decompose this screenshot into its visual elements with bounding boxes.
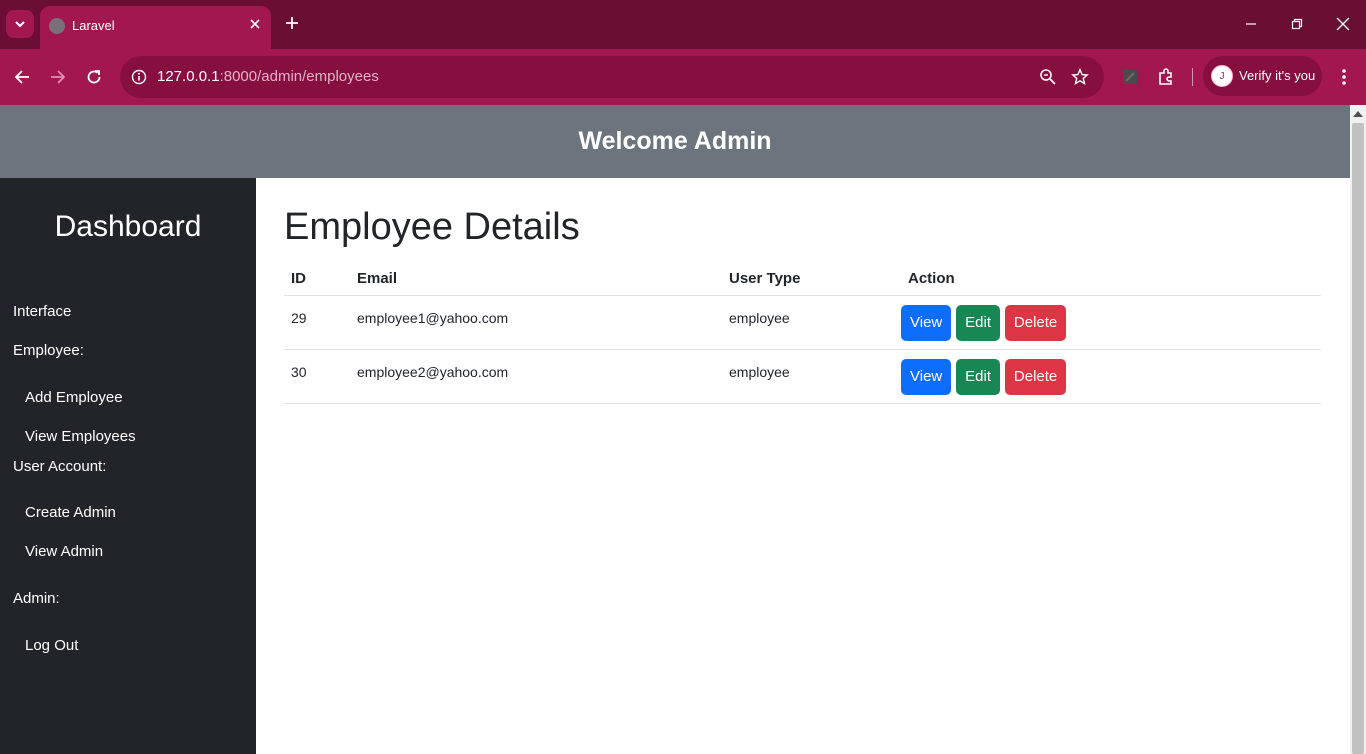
address-bar[interactable]: 127.0.0.1:8000/admin/employees bbox=[120, 56, 1104, 98]
info-icon[interactable] bbox=[130, 68, 148, 86]
browser-toolbar: 127.0.0.1:8000/admin/employees J Verify … bbox=[0, 49, 1366, 105]
cell-user-type: employee bbox=[722, 349, 901, 404]
kebab-menu-icon bbox=[1342, 69, 1346, 85]
view-button[interactable]: View bbox=[901, 358, 952, 395]
column-header-id: ID bbox=[284, 263, 350, 296]
reload-icon bbox=[87, 70, 101, 84]
url-path: :8000/admin/employees bbox=[219, 68, 379, 85]
delete-button[interactable]: Delete bbox=[1004, 358, 1067, 395]
sidebar-item-add-employee[interactable]: Add Employee bbox=[25, 389, 123, 407]
sidebar-item-create-admin[interactable]: Create Admin bbox=[25, 504, 116, 522]
avatar: J bbox=[1211, 65, 1233, 87]
extension-icon[interactable] bbox=[1118, 65, 1142, 89]
edit-button[interactable]: Edit bbox=[956, 358, 1000, 395]
zoom-icon[interactable] bbox=[1037, 66, 1059, 88]
browser-tabstrip: Laravel bbox=[0, 0, 1366, 49]
column-header-user-type: User Type bbox=[722, 263, 901, 296]
sidebar-heading-admin: Admin: bbox=[13, 590, 60, 607]
employee-table: ID Email User Type Action 29 employee1@y… bbox=[284, 263, 1321, 404]
toolbar-divider bbox=[1192, 68, 1193, 86]
table-header-row: ID Email User Type Action bbox=[284, 263, 1321, 296]
browser-menu-button[interactable] bbox=[1332, 65, 1356, 89]
table-row: 29 employee1@yahoo.com employee View Edi… bbox=[284, 295, 1321, 350]
tab-close-button[interactable] bbox=[245, 14, 265, 34]
cell-id: 29 bbox=[284, 295, 350, 350]
delete-button[interactable]: Delete bbox=[1004, 304, 1067, 341]
new-tab-button[interactable] bbox=[281, 12, 303, 34]
page-title: Employee Details bbox=[284, 206, 580, 248]
column-header-action: Action bbox=[901, 263, 1321, 296]
restore-icon bbox=[1291, 18, 1303, 30]
forward-arrow-icon bbox=[51, 70, 66, 84]
sidebar-heading-interface: Interface bbox=[13, 303, 72, 320]
page-header: Welcome Admin bbox=[0, 105, 1350, 178]
star-icon[interactable] bbox=[1069, 66, 1091, 88]
sidebar-item-logout[interactable]: Log Out bbox=[25, 637, 78, 655]
close-icon bbox=[250, 19, 260, 29]
sidebar-heading-employee: Employee: bbox=[13, 342, 84, 359]
cell-email: employee1@yahoo.com bbox=[350, 295, 722, 350]
back-arrow-icon bbox=[14, 70, 29, 84]
plus-icon bbox=[286, 17, 298, 29]
cell-email: employee2@yahoo.com bbox=[350, 349, 722, 404]
sidebar-brand[interactable]: Dashboard bbox=[0, 210, 256, 244]
minimize-button[interactable] bbox=[1237, 10, 1265, 38]
table-row: 30 employee2@yahoo.com employee View Edi… bbox=[284, 349, 1321, 404]
sidebar: Dashboard Interface Employee: Add Employ… bbox=[0, 178, 256, 754]
cell-actions: View Edit Delete bbox=[901, 349, 1321, 404]
restore-button[interactable] bbox=[1283, 10, 1311, 38]
page-scrollbar[interactable] bbox=[1350, 105, 1366, 754]
page-viewport: Welcome Admin Dashboard Interface Employ… bbox=[0, 105, 1350, 754]
globe-icon bbox=[49, 18, 65, 34]
page-header-title: Welcome Admin bbox=[578, 127, 772, 155]
close-window-button[interactable] bbox=[1329, 10, 1357, 38]
view-button[interactable]: View bbox=[901, 304, 952, 341]
forward-button[interactable] bbox=[46, 65, 70, 89]
reload-button[interactable] bbox=[82, 65, 106, 89]
chevron-down-icon bbox=[15, 21, 25, 28]
scrollbar-thumb[interactable] bbox=[1352, 123, 1364, 754]
back-button[interactable] bbox=[10, 65, 34, 89]
cell-id: 30 bbox=[284, 349, 350, 404]
profile-chip[interactable]: J Verify it's you bbox=[1203, 56, 1322, 96]
url-host: 127.0.0.1 bbox=[157, 68, 220, 85]
url-text[interactable]: 127.0.0.1:8000/admin/employees bbox=[157, 68, 379, 86]
cell-actions: View Edit Delete bbox=[901, 295, 1321, 350]
scroll-up-arrow-icon[interactable] bbox=[1353, 111, 1363, 117]
tab-search-button[interactable] bbox=[6, 10, 34, 38]
close-icon bbox=[1336, 17, 1350, 31]
cell-user-type: employee bbox=[722, 295, 901, 350]
sidebar-item-view-admin[interactable]: View Admin bbox=[25, 543, 103, 561]
sidebar-item-view-employees[interactable]: View Employees bbox=[25, 428, 136, 446]
profile-label: Verify it's you bbox=[1239, 68, 1316, 83]
column-header-email: Email bbox=[350, 263, 722, 296]
browser-tab[interactable]: Laravel bbox=[40, 6, 271, 49]
minimize-icon bbox=[1246, 23, 1256, 25]
sidebar-heading-user-account: User Account: bbox=[13, 458, 107, 475]
edit-button[interactable]: Edit bbox=[956, 304, 1000, 341]
tab-title: Laravel bbox=[72, 18, 115, 33]
puzzle-icon[interactable] bbox=[1154, 65, 1178, 89]
